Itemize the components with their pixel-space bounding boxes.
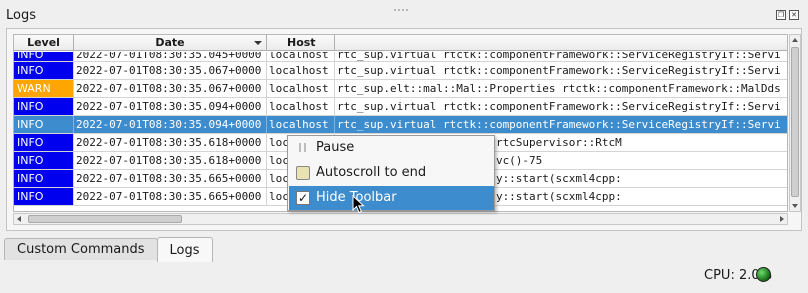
pause-icon bbox=[296, 141, 310, 155]
cell-host: localhost bbox=[267, 98, 335, 115]
dock-grip[interactable] bbox=[394, 0, 414, 11]
cell-date: 2022-07-01T08:30:35.665+0000 bbox=[74, 170, 267, 187]
menu-item-hide-toolbar[interactable]: ✓ Hide Toolbar bbox=[289, 186, 494, 210]
cell-level: INFO bbox=[14, 62, 74, 79]
column-header-host[interactable]: Host bbox=[267, 35, 335, 50]
cell-level: INFO bbox=[14, 134, 74, 151]
cell-host: localhost bbox=[267, 62, 335, 79]
vertical-scroll-thumb[interactable] bbox=[791, 47, 799, 197]
tab-logs[interactable]: Logs bbox=[156, 237, 213, 262]
column-header-date[interactable]: Date bbox=[74, 35, 267, 50]
scroll-left-icon[interactable] bbox=[17, 216, 21, 222]
menu-item-label: Pause bbox=[316, 140, 355, 155]
cell-date: 2022-07-01T08:30:35.618+0000 bbox=[74, 134, 267, 151]
tab-custom-commands[interactable]: Custom Commands bbox=[4, 238, 158, 260]
table-row[interactable]: INFO 2022-07-01T08:30:35.094+0000 localhos… bbox=[14, 116, 787, 134]
scroll-right-icon[interactable] bbox=[780, 216, 784, 222]
table-row[interactable]: INFO 2022-07-01T08:30:35.094+0000 localhos… bbox=[14, 98, 787, 116]
scroll-up-icon[interactable] bbox=[792, 38, 798, 42]
cell-level: WARN bbox=[14, 80, 74, 97]
cell-level: INFO bbox=[14, 52, 74, 61]
float-panel-icon[interactable]: ❐ bbox=[776, 10, 786, 20]
cell-host: localhost bbox=[267, 80, 335, 97]
scroll-down-icon[interactable] bbox=[792, 204, 798, 208]
table-row[interactable]: INFO 2022-07-01T08:30:35.045+0000 localhos… bbox=[14, 52, 787, 62]
cell-host: localhost bbox=[267, 52, 335, 61]
cell-message: rtc_sup.virtual rtctk::componentFramewor… bbox=[337, 64, 781, 77]
table-row[interactable]: INFO 2022-07-01T08:30:35.067+0000 localhos… bbox=[14, 62, 787, 80]
cell-date: 2022-07-01T08:30:35.618+0000 bbox=[74, 152, 267, 169]
cell-level: INFO bbox=[14, 98, 74, 115]
cell-date: 2022-07-01T08:30:35.067+0000 bbox=[74, 62, 267, 79]
cell-message: rtc_sup.elt::mal::Mal::Properties rtctk:… bbox=[337, 82, 781, 95]
cell-message: rtc_sup.virtual rtctk::componentFramewor… bbox=[337, 100, 781, 113]
context-menu: Pause Autoscroll to end ✓ Hide Toolbar bbox=[287, 135, 495, 211]
horizontal-scroll-thumb[interactable] bbox=[28, 215, 182, 223]
cell-level: INFO bbox=[14, 188, 74, 205]
horizontal-scrollbar[interactable] bbox=[13, 213, 788, 225]
bottom-tab-bar: Custom Commands Logs bbox=[4, 237, 213, 263]
column-header-message[interactable] bbox=[335, 35, 787, 50]
panel-title: Logs bbox=[6, 8, 36, 23]
cell-host: localhost bbox=[267, 116, 335, 133]
close-panel-icon[interactable]: ✕ bbox=[789, 10, 799, 20]
cell-message: rtc_sup.virtual rtctk::componentFramewor… bbox=[337, 118, 781, 131]
cell-date: 2022-07-01T08:30:35.665+0000 bbox=[74, 188, 267, 205]
cell-level: INFO bbox=[14, 116, 74, 133]
cell-level: INFO bbox=[14, 170, 74, 187]
cell-date: 2022-07-01T08:30:35.094+0000 bbox=[74, 98, 267, 115]
panel-buttons: ❐ ✕ bbox=[776, 10, 799, 20]
cell-date: 2022-07-01T08:30:35.094+0000 bbox=[74, 116, 267, 133]
cell-date: 2022-07-01T08:30:35.045+0000 bbox=[74, 52, 267, 61]
status-led-icon bbox=[756, 267, 771, 282]
sort-descending-icon bbox=[254, 41, 262, 45]
column-header-level[interactable]: Level bbox=[14, 35, 74, 50]
mouse-cursor-icon bbox=[352, 195, 365, 214]
menu-item-autoscroll[interactable]: Autoscroll to end bbox=[289, 161, 494, 185]
vertical-scrollbar[interactable] bbox=[789, 34, 801, 212]
table-row[interactable]: WARN 2022-07-01T08:30:35.067+0000 localhos… bbox=[14, 80, 787, 98]
column-header-date-label: Date bbox=[155, 36, 185, 49]
menu-item-pause[interactable]: Pause bbox=[289, 136, 494, 160]
cell-date: 2022-07-01T08:30:35.067+0000 bbox=[74, 80, 267, 97]
cell-message: rtc_sup.virtual rtctk::componentFramewor… bbox=[337, 52, 781, 61]
menu-item-label: Autoscroll to end bbox=[316, 165, 427, 180]
cell-level: INFO bbox=[14, 152, 74, 169]
checkbox-checked-icon: ✓ bbox=[296, 191, 310, 205]
table-header: Level Date Host bbox=[14, 35, 787, 51]
autoscroll-icon bbox=[296, 166, 310, 180]
